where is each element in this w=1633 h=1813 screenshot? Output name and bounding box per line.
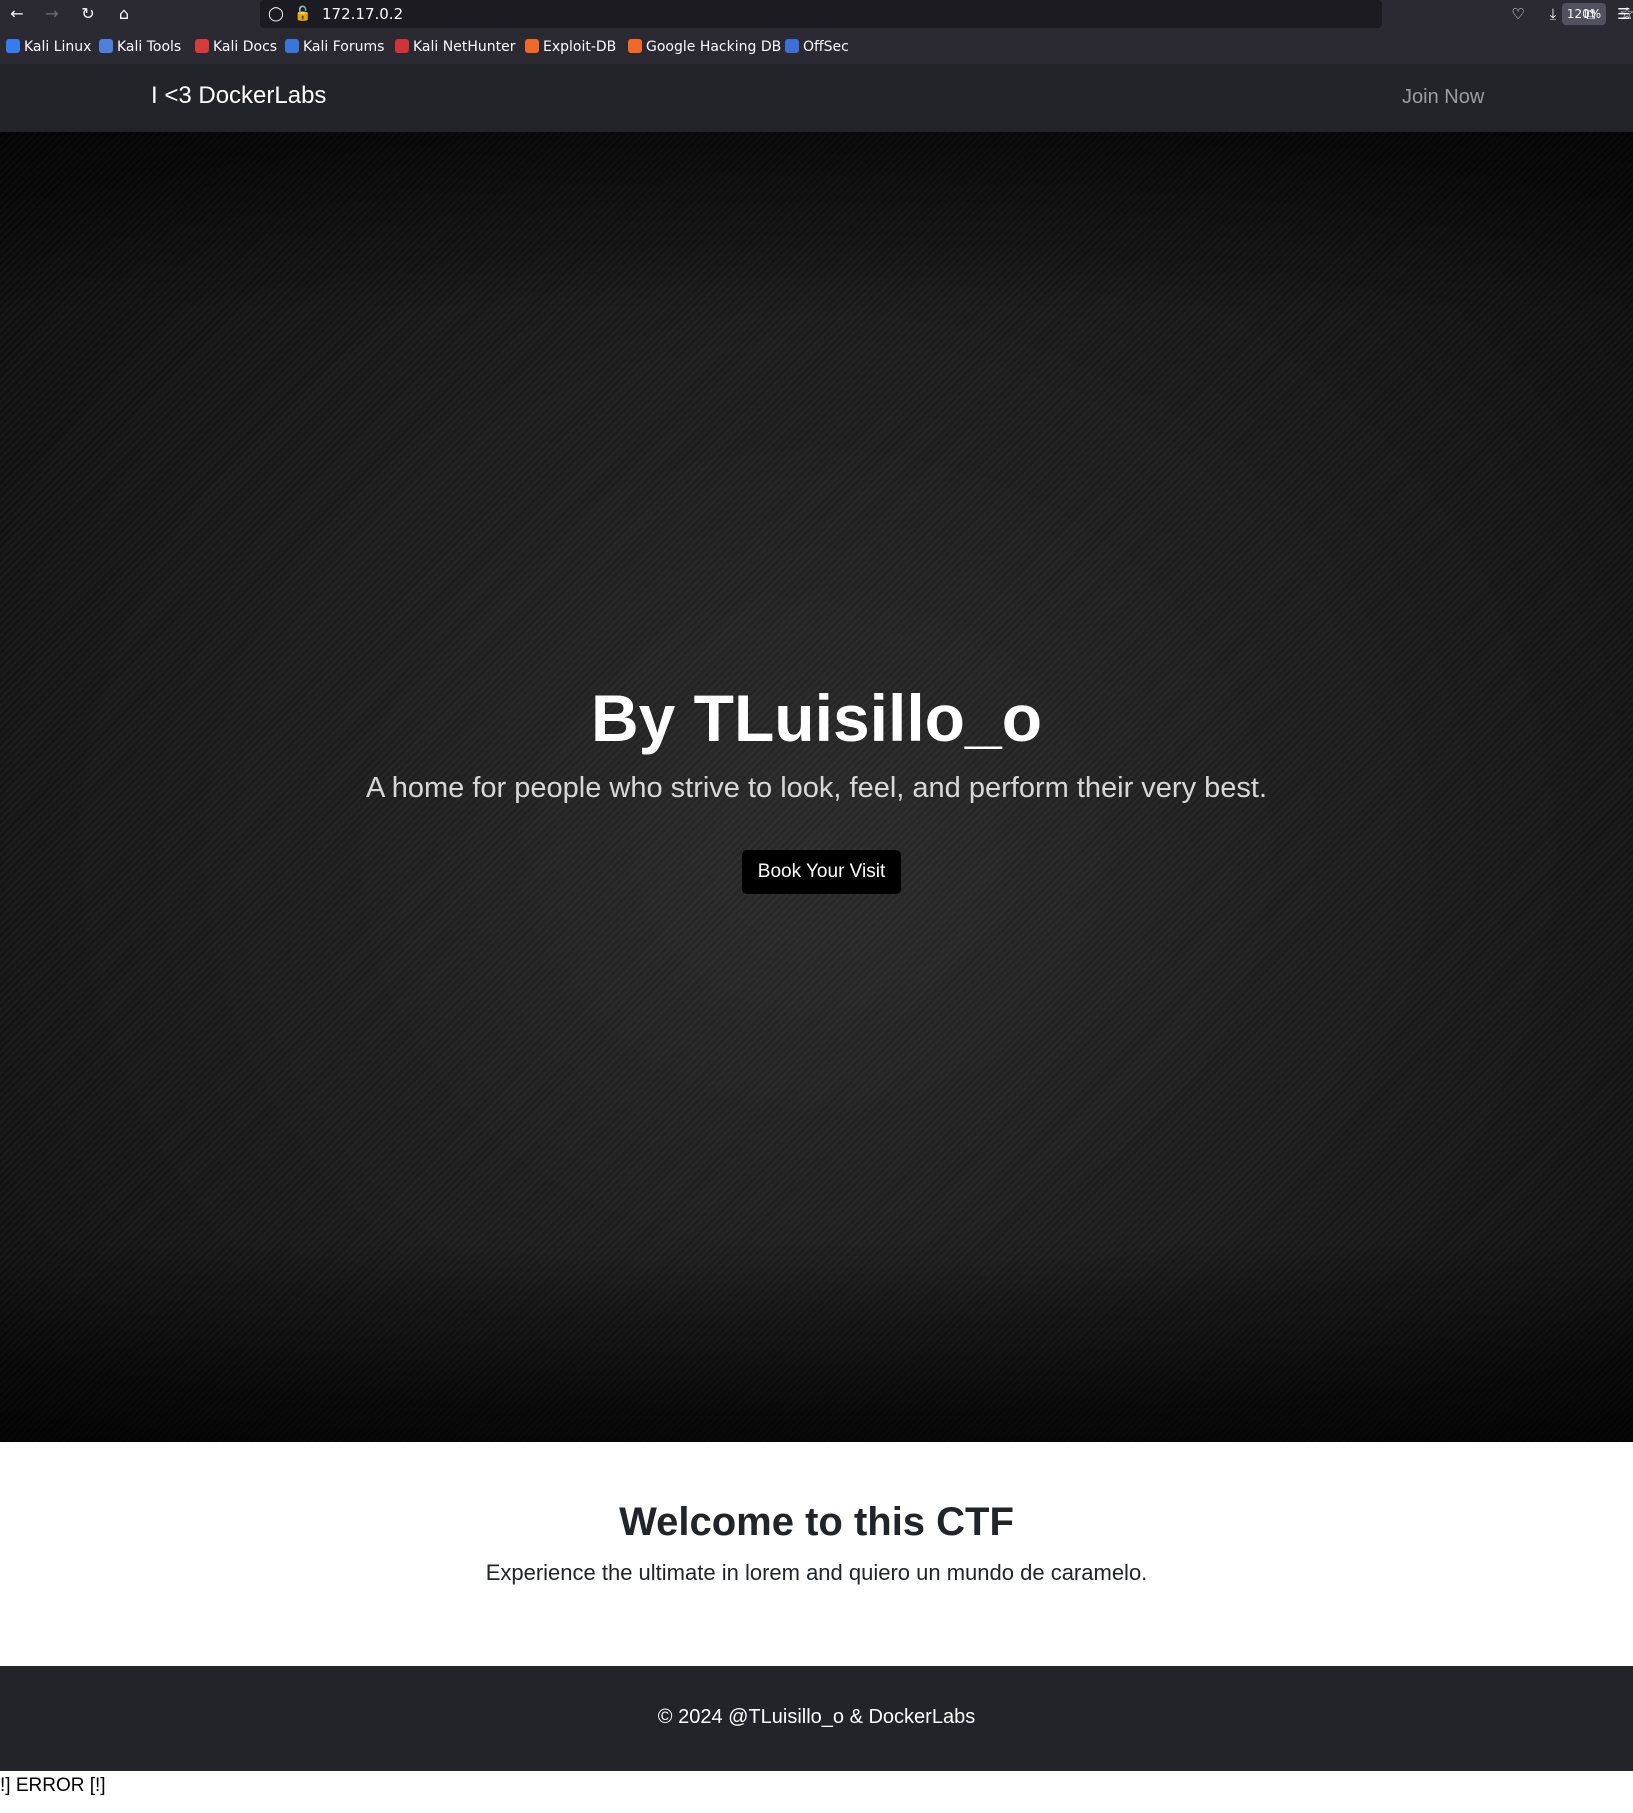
bookmark-label: Kali Docs [213, 39, 278, 55]
kali-forums-icon [285, 39, 299, 53]
kali-linux-icon [6, 39, 20, 53]
bookmark-google-hacking-db[interactable]: Google Hacking DB [628, 37, 781, 57]
download-icon[interactable]: ⤓ [1541, 2, 1565, 26]
shield-icon[interactable]: ◯ [266, 4, 286, 24]
reload-icon[interactable]: ↻ [76, 2, 100, 26]
kali-tools-icon [99, 39, 113, 53]
site-brand-link[interactable]: I <3 DockerLabs [151, 82, 326, 110]
hero-subtitle: A home for people who strive to look, fe… [365, 772, 1268, 804]
bookmark-label: Kali Linux [24, 39, 92, 55]
bookmark-label: Kali Forums [303, 39, 385, 55]
bookmark-kali-linux[interactable]: Kali Linux [6, 37, 91, 57]
site-footer: © 2024 @TLuisillo_o & DockerLabs [0, 1666, 1633, 1771]
bookmark-kali-forums[interactable]: Kali Forums [285, 37, 384, 57]
bookmark-label: Google Hacking DB [646, 39, 782, 55]
hero-bottom-shade [0, 1242, 1633, 1442]
url-text[interactable]: 172.17.0.2 [322, 5, 403, 23]
footer-copyright: © 2024 @TLuisillo_o & DockerLabs [657, 1706, 976, 1728]
welcome-title: Welcome to this CTF [619, 1500, 1014, 1544]
url-bar[interactable]: ◯ 🔓 172.17.0.2 120% ☆ [260, 0, 1633, 28]
lock-icon[interactable]: 🔓 [293, 4, 313, 24]
bookmark-label: Kali NetHunter [413, 39, 516, 55]
welcome-text: Experience the ultimate in lorem and qui… [485, 1560, 1148, 1585]
exploit-db-icon [525, 39, 539, 53]
kali-nethunter-icon [395, 39, 409, 53]
bookmarks-bar: Kali Linux Kali Tools Kali Docs Kali For… [0, 28, 1633, 64]
back-icon[interactable]: ← [5, 2, 29, 26]
browser-toolbar: ← → ↻ ⌂ ◯ 🔓 172.17.0.2 120% ☆ ♡ ⤓ ⧉ ☰ [0, 0, 1633, 28]
kali-docs-icon [195, 39, 209, 53]
join-now-link[interactable]: Join Now [1402, 86, 1484, 109]
hero-title: By TLuisillo_o [590, 681, 1043, 755]
bookmark-exploit-db[interactable]: Exploit-DB [525, 37, 616, 57]
offsec-icon [785, 39, 799, 53]
error-message: !] ERROR [!] [0, 1775, 106, 1796]
google-hacking-db-icon [628, 39, 642, 53]
bookmark-kali-docs[interactable]: Kali Docs [195, 37, 277, 57]
hero-section: By TLuisillo_o A home for people who str… [0, 132, 1633, 1442]
hero-top-shade [0, 132, 1633, 312]
site-navbar: I <3 DockerLabs Join Now [0, 64, 1633, 132]
forward-icon[interactable]: → [40, 2, 64, 26]
bookmark-kali-nethunter[interactable]: Kali NetHunter [395, 37, 515, 57]
welcome-section: Welcome to this CTF Experience the ultim… [0, 1442, 1633, 1666]
book-visit-button[interactable]: Book Your Visit [742, 850, 901, 894]
home-icon[interactable]: ⌂ [112, 2, 136, 26]
bookmark-offsec[interactable]: OffSec [785, 37, 849, 57]
pocket-icon[interactable]: ♡ [1506, 2, 1530, 26]
bookmark-label: Kali Tools [117, 39, 182, 55]
bookmark-kali-tools[interactable]: Kali Tools [99, 37, 181, 57]
menu-icon[interactable]: ☰ [1612, 2, 1633, 26]
extensions-icon[interactable]: ⧉ [1578, 2, 1602, 26]
bookmark-label: Exploit-DB [543, 39, 617, 55]
bookmark-label: OffSec [803, 39, 849, 55]
